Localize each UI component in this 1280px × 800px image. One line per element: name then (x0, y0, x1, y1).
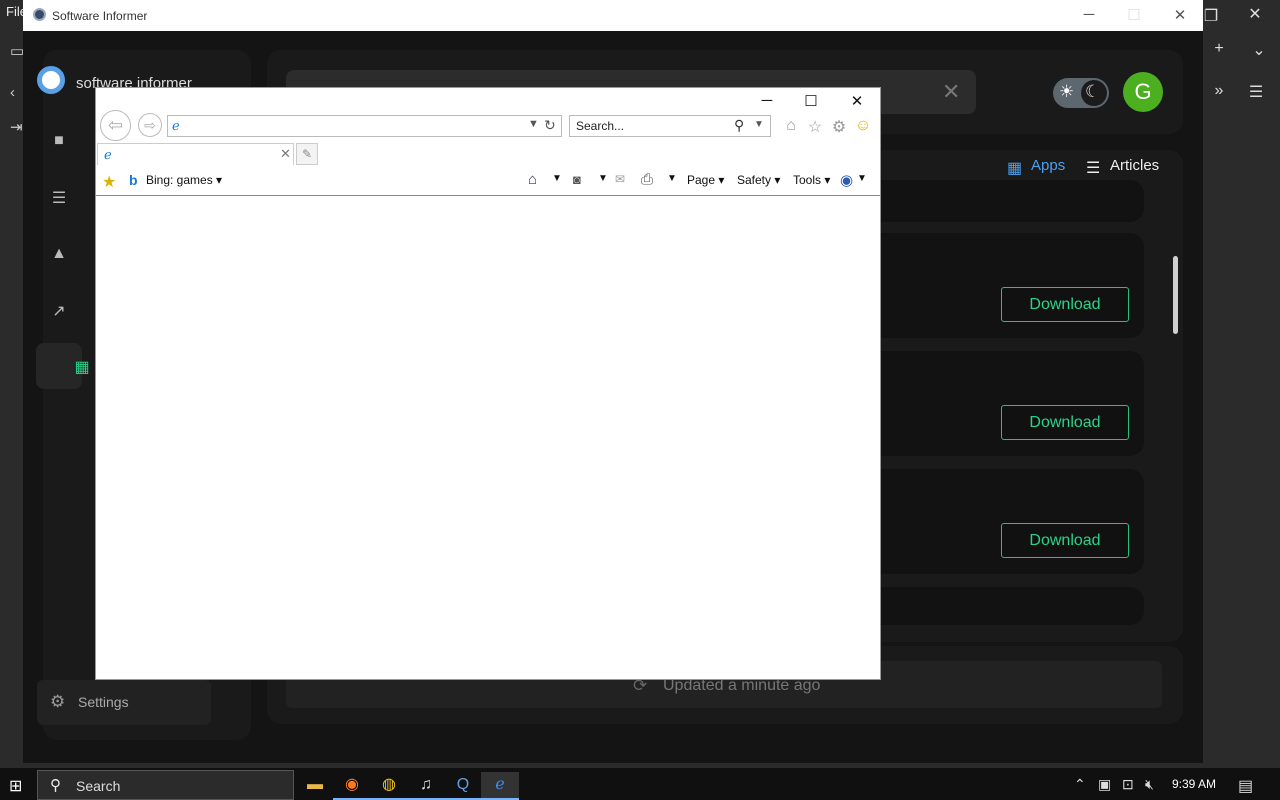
close-icon[interactable]: ✕ (1243, 4, 1267, 24)
mail-icon[interactable]: ✉ (615, 172, 625, 186)
clear-search-icon[interactable]: ✕ (942, 79, 960, 105)
search-icon[interactable]: ⚲ (734, 117, 744, 134)
command-bar: ★ b Bing: games ▾ ⌂ ▼ ◙ ▼ ✉ ⎙ ▼ Page ▾ S… (96, 167, 880, 196)
address-bar[interactable]: ℯ ▼ ↻ (167, 115, 562, 137)
user-avatar[interactable]: G (1123, 72, 1163, 112)
feedback-smiley-icon[interactable]: ☺ (853, 117, 873, 135)
trending-chart-icon[interactable]: ↗ (49, 301, 69, 321)
home-icon[interactable]: ⌂ (781, 117, 801, 135)
ie-close-button[interactable]: ✕ (845, 92, 869, 110)
maximize-button[interactable]: ☐ (1122, 6, 1146, 24)
add-tab-icon[interactable]: + (1207, 40, 1231, 58)
help-icon[interactable]: ◉ (840, 171, 853, 189)
help-dropdown-icon[interactable]: ▼ (857, 173, 867, 184)
back-button[interactable]: ⇦ (100, 110, 131, 141)
internet-explorer-window: ─ ☐ ✕ ⇦ ⇨ ℯ ▼ ↻ Search... ⚲ ▼ ⌂ ☆ ⚙ ☺ ℯ … (95, 87, 881, 680)
tab-articles[interactable]: Articles (1110, 157, 1159, 174)
tools-menu-label: Tools (793, 173, 822, 187)
ie-page-icon: ℯ (172, 118, 180, 133)
media-app-icon[interactable]: ♫ (407, 772, 445, 800)
chevron-down-icon[interactable]: ⌄ (1247, 40, 1271, 60)
clock[interactable]: 9:39 AM (1172, 777, 1216, 791)
bing-favorite-link[interactable]: Bing: games ▾ (146, 173, 222, 187)
close-button[interactable]: ✕ (1168, 6, 1192, 24)
tools-menu[interactable]: Tools ▾ (793, 173, 830, 187)
moon-icon: ☾ (1085, 82, 1101, 101)
tab-apps[interactable]: Apps (1031, 157, 1065, 174)
ie-maximize-button[interactable]: ☐ (799, 92, 823, 110)
download-button[interactable]: Download (1001, 523, 1129, 558)
bing-favorite-label: Bing: games (146, 173, 213, 187)
search-dropdown-icon[interactable]: ▼ (754, 119, 764, 130)
safety-menu[interactable]: Safety ▾ (737, 173, 780, 187)
taskbar-search-label: Search (76, 778, 121, 794)
double-chevron-right-icon[interactable]: » (1207, 82, 1231, 100)
gear-icon: ⚙ (50, 692, 66, 711)
background-back-icon[interactable]: ‹ (10, 84, 15, 101)
taskbar-search[interactable]: ⚲ Search (37, 770, 294, 800)
thumbs-up-icon[interactable]: ▲ (49, 245, 69, 265)
new-tab-button[interactable]: ✎ (296, 143, 318, 165)
scrollbar-thumb[interactable] (1173, 256, 1178, 334)
feeds-icon[interactable]: ◙ (573, 172, 581, 187)
articles-icon[interactable]: ☰ (49, 188, 69, 208)
ie-search-box[interactable]: Search... ⚲ ▼ (569, 115, 771, 137)
window-title: Software Informer (52, 9, 148, 23)
favorites-star-icon[interactable]: ☆ (805, 117, 825, 137)
search-icon: ⚲ (50, 777, 61, 794)
apps-tab-icon: ▦ (1007, 160, 1023, 177)
ie-search-placeholder: Search... (576, 119, 625, 133)
ie-tab-icon: ℯ (104, 147, 112, 162)
download-button[interactable]: Download (1001, 287, 1129, 322)
network-icon[interactable]: ⊡ (1122, 776, 1134, 793)
address-dropdown-icon[interactable]: ▼ (528, 118, 539, 130)
menu-icon[interactable]: ☰ (1244, 82, 1268, 102)
windows-start-icon[interactable]: ⊞ (9, 776, 22, 796)
print-icon[interactable]: ⎙ (641, 171, 653, 188)
home-dropdown-icon[interactable]: ▼ (552, 173, 562, 184)
notifications-icon[interactable]: ▤ (1238, 776, 1253, 796)
title-bar: Software Informer ─ ☐ ✕ (23, 0, 1203, 31)
firefox-icon[interactable]: ◉ (333, 772, 371, 800)
app-icon (33, 8, 46, 21)
page-menu[interactable]: Page ▾ (687, 173, 724, 187)
software-informer-taskbar-icon[interactable]: Q (444, 772, 482, 800)
settings-label: Settings (78, 694, 129, 710)
articles-tab-icon: ☰ (1086, 160, 1101, 177)
home-page-icon[interactable]: ⌂ (528, 171, 537, 188)
ie-page-content[interactable] (96, 196, 880, 679)
show-hidden-icons[interactable]: ⌃ (1074, 776, 1086, 793)
background-login-icon[interactable]: ⇥ (10, 118, 23, 136)
internet-explorer-taskbar-icon[interactable]: ℯ (481, 772, 519, 800)
favorites-icon[interactable]: ★ (102, 172, 116, 192)
sun-icon: ☀ (1059, 82, 1075, 101)
gift-icon[interactable]: ■ (49, 132, 69, 152)
tray-app-icon[interactable]: ▣ (1098, 776, 1111, 793)
tab-close-icon[interactable]: ✕ (280, 146, 291, 162)
ie-minimize-button[interactable]: ─ (755, 92, 779, 109)
ie-tab[interactable]: ℯ ✕ (97, 143, 294, 165)
gear-icon[interactable]: ⚙ (829, 117, 849, 137)
forward-button[interactable]: ⇨ (138, 113, 162, 137)
print-dropdown-icon[interactable]: ▼ (667, 173, 677, 184)
safety-menu-label: Safety (737, 173, 772, 187)
minimize-button[interactable]: ─ (1077, 6, 1101, 23)
page-menu-label: Page (687, 173, 716, 187)
feeds-dropdown-icon[interactable]: ▼ (598, 173, 608, 184)
scrollbar-track[interactable] (1170, 180, 1182, 632)
logo-icon (37, 66, 65, 94)
file-explorer-icon[interactable]: ▬ (296, 772, 334, 800)
volume-muted-icon[interactable]: 🔇︎ (1145, 776, 1154, 793)
apps-grid-icon: ▦ (74, 359, 90, 376)
refresh-icon[interactable]: ↻ (544, 117, 556, 134)
winamp-icon[interactable]: ◍ (370, 772, 408, 800)
bing-icon: b (129, 172, 138, 188)
download-button[interactable]: Download (1001, 405, 1129, 440)
